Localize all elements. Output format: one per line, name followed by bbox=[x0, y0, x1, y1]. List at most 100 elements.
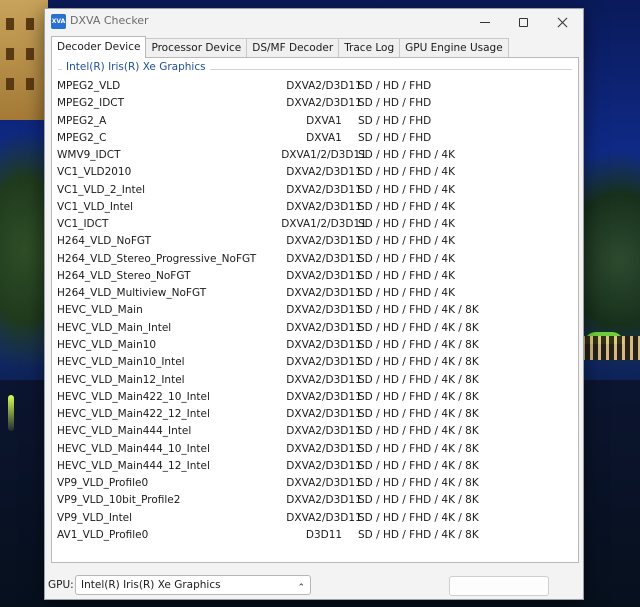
decoder-row[interactable]: H264_VLD_Stereo_Progressive_NoFGT DXVA2/D… bbox=[52, 251, 578, 268]
decoder-row[interactable]: WMV9_IDCT DXVA1/2/D3D11 SD / HD / FHD / 4K bbox=[52, 147, 578, 164]
decoder-row[interactable]: HEVC_VLD_Main444_10_Intel DXVA2/D3D11 SD /… bbox=[52, 441, 578, 458]
decoder-resolutions: SD / HD / FHD bbox=[358, 114, 432, 127]
wallpaper-castle bbox=[0, 0, 48, 120]
gpu-select-value: Intel(R) Iris(R) Xe Graphics bbox=[81, 579, 221, 591]
minimize-button[interactable] bbox=[465, 9, 505, 35]
decoder-row[interactable]: HEVC_VLD_Main422_12_Intel DXVA2/D3D11 SD /… bbox=[52, 406, 578, 423]
decoder-name: WMV9_IDCT bbox=[57, 149, 121, 162]
decoder-row[interactable]: MPEG2_C DXVA1 SD / HD / FHD bbox=[52, 130, 578, 147]
decoder-resolutions: SD / HD / FHD / 4K bbox=[358, 252, 455, 265]
decoder-resolutions: SD / HD / FHD / 4K bbox=[358, 200, 455, 213]
decoder-name: MPEG2_C bbox=[57, 131, 107, 144]
decoder-name: VC1_VLD_Intel bbox=[57, 200, 134, 213]
decoder-row[interactable]: HEVC_VLD_Main10_Intel DXVA2/D3D11 SD / HD … bbox=[52, 354, 578, 371]
tab-trace-log[interactable]: Trace Log bbox=[338, 38, 401, 58]
decoder-row[interactable]: VP9_VLD_10bit_Profile2 DXVA2/D3D11 SD / HD… bbox=[52, 492, 578, 509]
decoder-resolutions: SD / HD / FHD / 4K / 8K bbox=[358, 390, 479, 403]
wallpaper-light bbox=[8, 395, 14, 431]
tab-gpu-engine-usage[interactable]: GPU Engine Usage bbox=[399, 38, 509, 58]
decoder-row[interactable]: HEVC_VLD_Main DXVA2/D3D11 SD / HD / FHD / … bbox=[52, 302, 578, 319]
decoder-name: HEVC_VLD_Main444_Intel bbox=[57, 425, 192, 438]
tab-decoder-device[interactable]: Decoder Device bbox=[51, 36, 147, 58]
decoder-row[interactable]: HEVC_VLD_Main444_Intel DXVA2/D3D11 SD / HD… bbox=[52, 423, 578, 440]
decoder-resolutions: SD / HD / FHD bbox=[358, 131, 432, 144]
decoder-row[interactable]: VC1_VLD_Intel DXVA2/D3D11 SD / HD / FHD / … bbox=[52, 199, 578, 216]
decoder-row[interactable]: H264_VLD_Multiview_NoFGT DXVA2/D3D11 SD / … bbox=[52, 285, 578, 302]
decoder-resolutions: SD / HD / FHD / 4K / 8K bbox=[358, 477, 479, 490]
decoder-row[interactable]: HEVC_VLD_Main422_10_Intel DXVA2/D3D11 SD /… bbox=[52, 389, 578, 406]
decoder-name: VP9_VLD_Intel bbox=[57, 511, 133, 524]
wallpaper-bridge bbox=[582, 336, 640, 360]
window-title: DXVA Checker bbox=[70, 14, 149, 27]
decoder-name: MPEG2_A bbox=[57, 114, 107, 127]
tab-bar: Decoder Device Processor Device DS/MF De… bbox=[51, 36, 509, 58]
decoder-name: HEVC_VLD_Main10_Intel bbox=[57, 356, 185, 369]
decoder-row[interactable]: VC1_VLD_2_Intel DXVA2/D3D11 SD / HD / FHD … bbox=[52, 182, 578, 199]
close-button[interactable] bbox=[542, 9, 582, 35]
decoder-row[interactable]: MPEG2_IDCT DXVA2/D3D11 SD / HD / FHD bbox=[52, 95, 578, 112]
decoder-name: VC1_IDCT bbox=[57, 218, 109, 231]
decoder-device-panel: Intel(R) Iris(R) Xe Graphics MPEG2_VLD DX… bbox=[51, 57, 579, 563]
decoder-row[interactable]: H264_VLD_NoFGT DXVA2/D3D11 SD / HD / FHD /… bbox=[52, 233, 578, 250]
decoder-list[interactable]: MPEG2_VLD DXVA2/D3D11 SD / HD / FHD MPEG2_I… bbox=[52, 78, 578, 544]
decoder-name: VC1_VLD_2_Intel bbox=[57, 183, 145, 196]
tab-ds-mf-decoder[interactable]: DS/MF Decoder bbox=[246, 38, 340, 58]
action-button[interactable] bbox=[449, 576, 549, 596]
decoder-name: MPEG2_IDCT bbox=[57, 97, 125, 110]
decoder-row[interactable]: HEVC_VLD_Main444_12_Intel DXVA2/D3D11 SD /… bbox=[52, 458, 578, 475]
decoder-row[interactable]: HEVC_VLD_Main10 DXVA2/D3D11 SD / HD / FHD … bbox=[52, 337, 578, 354]
decoder-name: VP9_VLD_10bit_Profile2 bbox=[57, 494, 181, 507]
decoder-name: HEVC_VLD_Main10 bbox=[57, 338, 157, 351]
decoder-row[interactable]: AV1_VLD_Profile0 D3D11 SD / HD / FHD / 4K … bbox=[52, 527, 578, 544]
decoder-name: HEVC_VLD_Main_Intel bbox=[57, 321, 172, 334]
decoder-name: H264_VLD_Multiview_NoFGT bbox=[57, 287, 207, 300]
decoder-resolutions: SD / HD / FHD / 4K / 8K bbox=[358, 356, 479, 369]
decoder-row[interactable]: VP9_VLD_Profile0 DXVA2/D3D11 SD / HD / FHD… bbox=[52, 475, 578, 492]
decoder-resolutions: SD / HD / FHD / 4K / 8K bbox=[358, 304, 479, 317]
decoder-row[interactable]: HEVC_VLD_Main_Intel DXVA2/D3D11 SD / HD / … bbox=[52, 320, 578, 337]
decoder-resolutions: SD / HD / FHD / 4K bbox=[358, 218, 455, 231]
decoder-resolutions: SD / HD / FHD / 4K bbox=[358, 235, 455, 248]
gpu-select[interactable]: Intel(R) Iris(R) Xe Graphics ⌃ bbox=[75, 575, 311, 595]
chevron-up-icon: ⌃ bbox=[297, 583, 305, 593]
decoder-name: VP9_VLD_Profile0 bbox=[57, 477, 149, 490]
decoder-row[interactable]: MPEG2_A DXVA1 SD / HD / FHD bbox=[52, 113, 578, 130]
decoder-name: HEVC_VLD_Main12_Intel bbox=[57, 373, 185, 386]
group-title: Intel(R) Iris(R) Xe Graphics bbox=[62, 61, 210, 73]
decoder-resolutions: SD / HD / FHD / 4K / 8K bbox=[358, 494, 479, 507]
decoder-name: H264_VLD_NoFGT bbox=[57, 235, 152, 248]
decoder-row[interactable]: HEVC_VLD_Main12_Intel DXVA2/D3D11 SD / HD … bbox=[52, 372, 578, 389]
maximize-icon bbox=[518, 17, 528, 27]
decoder-resolutions: SD / HD / FHD / 4K / 8K bbox=[358, 338, 479, 351]
decoder-row[interactable]: VP9_VLD_Intel DXVA2/D3D11 SD / HD / FHD / … bbox=[52, 510, 578, 527]
maximize-button[interactable] bbox=[503, 9, 543, 35]
decoder-name: HEVC_VLD_Main422_12_Intel bbox=[57, 408, 210, 421]
decoder-name: AV1_VLD_Profile0 bbox=[57, 528, 149, 541]
minimize-icon bbox=[480, 21, 490, 23]
decoder-resolutions: SD / HD / FHD / 4K bbox=[358, 269, 455, 282]
decoder-resolutions: SD / HD / FHD / 4K / 8K bbox=[358, 459, 479, 472]
decoder-row[interactable]: H264_VLD_Stereo_NoFGT DXVA2/D3D11 SD / HD … bbox=[52, 268, 578, 285]
decoder-row[interactable]: VC1_IDCT DXVA1/2/D3D11 SD / HD / FHD / 4K bbox=[52, 216, 578, 233]
decoder-resolutions: SD / HD / FHD / 4K bbox=[358, 166, 455, 179]
decoder-resolutions: SD / HD / FHD / 4K / 8K bbox=[358, 528, 479, 541]
decoder-resolutions: SD / HD / FHD / 4K bbox=[358, 287, 455, 300]
decoder-resolutions: SD / HD / FHD / 4K / 8K bbox=[358, 321, 479, 334]
decoder-name: VC1_VLD2010 bbox=[57, 166, 132, 179]
decoder-row[interactable]: VC1_VLD2010 DXVA2/D3D11 SD / HD / FHD / 4K bbox=[52, 164, 578, 181]
decoder-name: HEVC_VLD_Main bbox=[57, 304, 143, 317]
decoder-resolutions: SD / HD / FHD / 4K / 8K bbox=[358, 425, 479, 438]
close-icon bbox=[557, 17, 568, 28]
decoder-name: H264_VLD_Stereo_NoFGT bbox=[57, 269, 191, 282]
decoder-resolutions: SD / HD / FHD / 4K / 8K bbox=[358, 373, 479, 386]
title-bar[interactable]: XVA DXVA Checker bbox=[45, 9, 583, 35]
decoder-resolutions: SD / HD / FHD bbox=[358, 97, 432, 110]
decoder-resolutions: SD / HD / FHD / 4K / 8K bbox=[358, 511, 479, 524]
decoder-row[interactable]: MPEG2_VLD DXVA2/D3D11 SD / HD / FHD bbox=[52, 78, 578, 95]
decoder-resolutions: SD / HD / FHD / 4K / 8K bbox=[358, 408, 479, 421]
tab-processor-device[interactable]: Processor Device bbox=[145, 38, 248, 58]
app-icon: XVA bbox=[51, 14, 66, 29]
dxva-checker-window: XVA DXVA Checker Decoder Device Processo… bbox=[44, 8, 584, 600]
gpu-label: GPU: bbox=[48, 579, 74, 591]
decoder-resolutions: SD / HD / FHD / 4K / 8K bbox=[358, 442, 479, 455]
